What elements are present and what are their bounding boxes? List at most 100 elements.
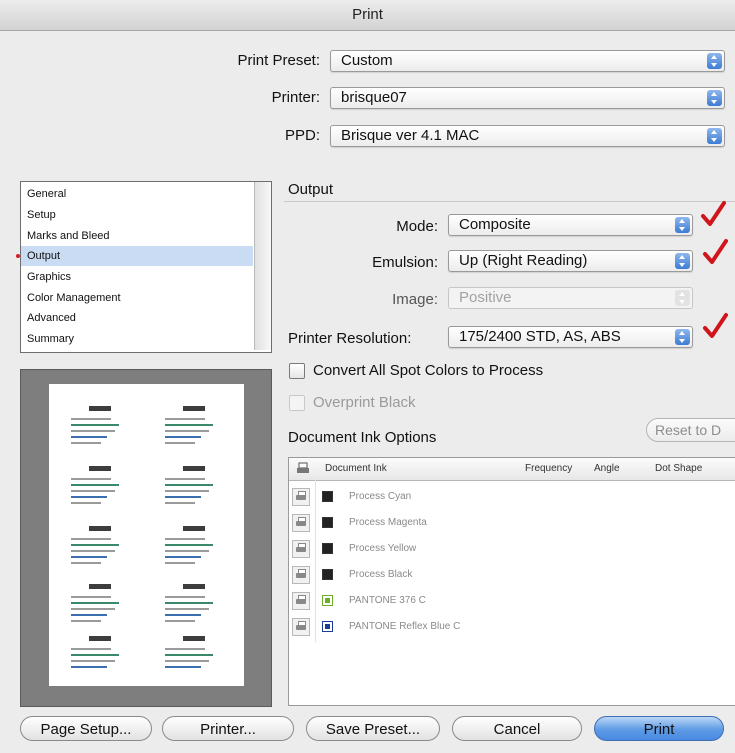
ink-row[interactable]: Process Magenta xyxy=(289,511,735,537)
image-label: Image: xyxy=(392,291,438,308)
preview-paper xyxy=(49,384,244,686)
popup-arrows-icon xyxy=(675,217,690,233)
printer-value: brisque07 xyxy=(341,89,407,106)
ink-name: Process Magenta xyxy=(349,517,427,528)
category-item-output[interactable]: Output xyxy=(16,246,253,266)
title-bar: Print xyxy=(0,0,735,31)
ink-row[interactable]: Process Black xyxy=(289,563,735,589)
window-title: Print xyxy=(352,6,383,23)
overprint-black-label: Overprint Black xyxy=(313,394,416,411)
col-document-ink[interactable]: Document Ink xyxy=(325,463,387,474)
process-swatch-icon xyxy=(322,543,333,554)
mode-label: Mode: xyxy=(396,218,438,235)
print-button[interactable]: Print xyxy=(594,716,724,741)
print-preset-value: Custom xyxy=(341,52,393,69)
save-preset-button[interactable]: Save Preset... xyxy=(306,716,440,741)
preview-card xyxy=(161,582,223,634)
preview-card xyxy=(161,404,223,456)
category-item-output-label: Output xyxy=(27,250,61,262)
ink-print-icon[interactable] xyxy=(292,566,310,584)
reset-to-defaults-button: Reset to D xyxy=(646,418,735,442)
process-swatch-icon xyxy=(322,569,333,580)
category-list-scrollbar[interactable] xyxy=(254,182,271,350)
cancel-button[interactable]: Cancel xyxy=(452,716,582,741)
resolution-value: 175/2400 STD, AS, ABS xyxy=(459,328,621,345)
ppd-label: PPD: xyxy=(284,127,320,144)
preview-card xyxy=(67,634,129,686)
section-divider xyxy=(284,201,735,202)
convert-spot-label: Convert All Spot Colors to Process xyxy=(313,362,544,379)
preview-card xyxy=(67,582,129,634)
spot-swatch-icon xyxy=(322,595,333,606)
preview-card xyxy=(161,634,223,686)
category-item-marks-and-bleed[interactable]: Marks and Bleed xyxy=(21,226,253,246)
red-check-icon xyxy=(703,239,728,264)
ink-row[interactable]: PANTONE 376 C xyxy=(289,589,735,615)
category-item-setup[interactable]: Setup xyxy=(21,205,253,225)
col-frequency[interactable]: Frequency xyxy=(525,463,572,474)
category-item-advanced[interactable]: Advanced xyxy=(21,308,253,328)
resolution-label: Printer Resolution: xyxy=(288,330,412,347)
preview-card xyxy=(67,524,129,576)
preview-card xyxy=(67,464,129,516)
preview-card xyxy=(161,464,223,516)
ink-table[interactable]: Document Ink Frequency Angle Dot Shape P… xyxy=(288,457,735,706)
print-preset-select[interactable]: Custom xyxy=(330,50,725,72)
printer-button[interactable]: Printer... xyxy=(162,716,294,741)
ink-table-header: Document Ink Frequency Angle Dot Shape xyxy=(289,458,735,481)
popup-arrows-icon xyxy=(675,290,690,306)
resolution-select[interactable]: 175/2400 STD, AS, ABS xyxy=(448,326,693,348)
preview-card xyxy=(67,404,129,456)
category-item-graphics[interactable]: Graphics xyxy=(21,267,253,287)
page-setup-button[interactable]: Page Setup... xyxy=(20,716,152,741)
print-preset-label: Print Preset: xyxy=(237,52,320,69)
ink-print-icon[interactable] xyxy=(292,488,310,506)
column-divider xyxy=(315,480,316,642)
printer-label: Printer: xyxy=(271,89,320,106)
category-item-general[interactable]: General xyxy=(21,184,253,204)
spot-swatch-icon xyxy=(322,621,333,632)
ink-name: PANTONE Reflex Blue C xyxy=(349,621,461,632)
ink-print-icon[interactable] xyxy=(292,592,310,610)
preview-card xyxy=(161,524,223,576)
ink-name: PANTONE 376 C xyxy=(349,595,426,606)
emulsion-select[interactable]: Up (Right Reading) xyxy=(448,250,693,272)
ink-print-icon[interactable] xyxy=(292,514,310,532)
process-swatch-icon xyxy=(322,517,333,528)
page-preview xyxy=(20,369,272,707)
printer-icon xyxy=(297,462,309,473)
ink-name: Process Yellow xyxy=(349,543,417,554)
col-angle[interactable]: Angle xyxy=(594,463,620,474)
reset-button-label: Reset to D xyxy=(655,422,722,438)
ink-print-icon[interactable] xyxy=(292,618,310,636)
emulsion-label: Emulsion: xyxy=(372,254,438,271)
ink-print-icon[interactable] xyxy=(292,540,310,558)
mode-select[interactable]: Composite xyxy=(448,214,693,236)
mode-value: Composite xyxy=(459,216,531,233)
ppd-select[interactable]: Brisque ver 4.1 MAC xyxy=(330,125,725,147)
ink-options-title: Document Ink Options xyxy=(288,429,437,446)
convert-spot-checkbox[interactable] xyxy=(289,363,305,379)
popup-arrows-icon xyxy=(707,53,722,69)
category-list[interactable]: General Setup Marks and Bleed Output Gra… xyxy=(16,181,272,353)
emulsion-value: Up (Right Reading) xyxy=(459,252,588,269)
ink-name: Process Black xyxy=(349,569,413,580)
ink-row[interactable]: Process Yellow xyxy=(289,537,735,563)
ppd-value: Brisque ver 4.1 MAC xyxy=(341,127,480,144)
col-dot-shape[interactable]: Dot Shape xyxy=(655,463,702,474)
popup-arrows-icon xyxy=(707,128,722,144)
popup-arrows-icon xyxy=(675,329,690,345)
image-value: Positive xyxy=(459,289,512,306)
popup-arrows-icon xyxy=(707,90,722,106)
red-check-icon xyxy=(703,313,728,338)
output-section-title: Output xyxy=(288,181,334,198)
category-item-summary[interactable]: Summary xyxy=(21,329,253,349)
category-item-color-management[interactable]: Color Management xyxy=(21,288,253,308)
ink-row[interactable]: Process Cyan xyxy=(289,485,735,511)
process-swatch-icon xyxy=(322,491,333,502)
ink-row[interactable]: PANTONE Reflex Blue C xyxy=(289,615,735,641)
printer-select[interactable]: brisque07 xyxy=(330,87,725,109)
overprint-black-checkbox xyxy=(289,395,305,411)
ink-name: Process Cyan xyxy=(349,491,412,502)
image-select: Positive xyxy=(448,287,693,309)
